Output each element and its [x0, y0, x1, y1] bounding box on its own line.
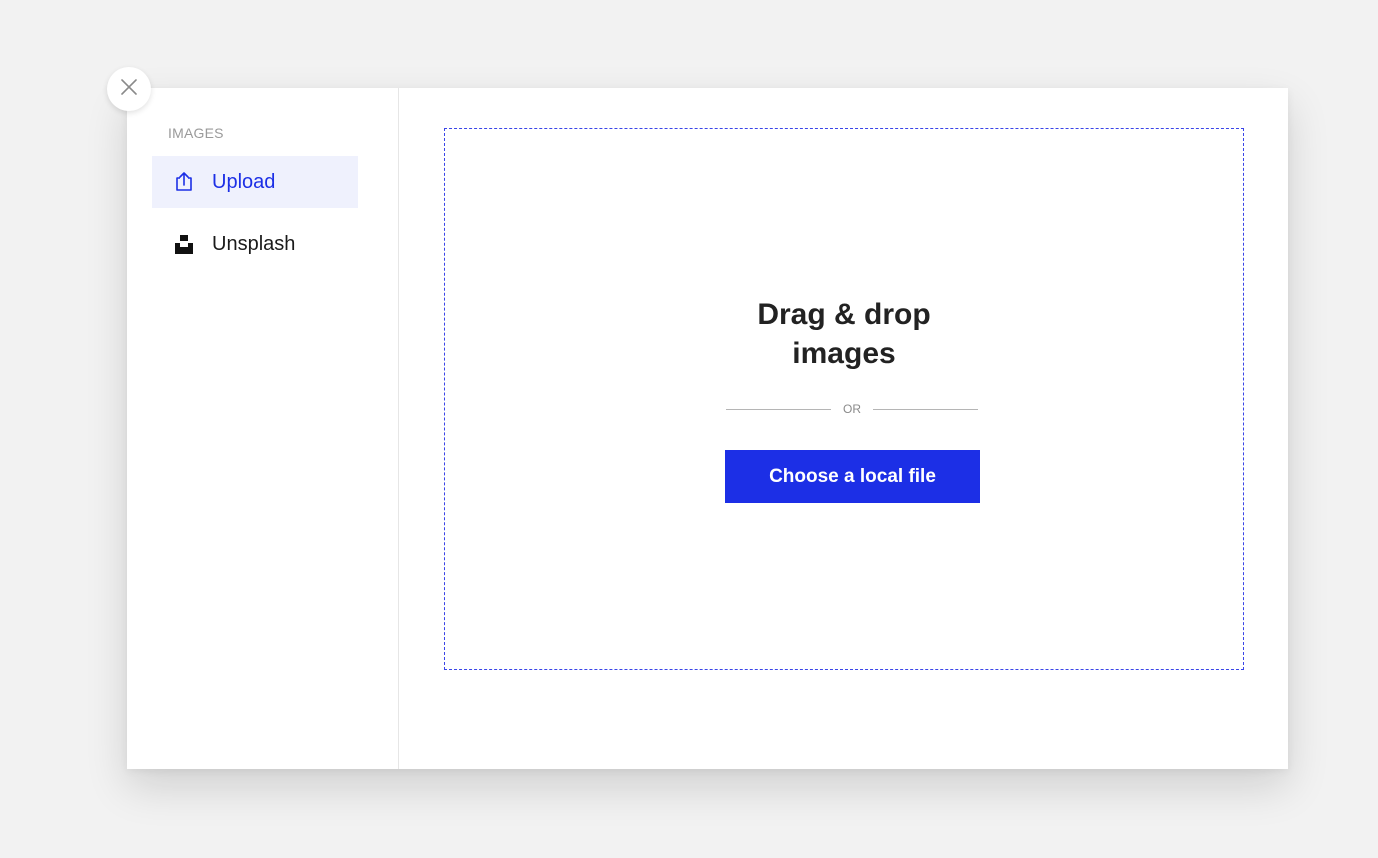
- sidebar-item-label: Unsplash: [212, 232, 296, 255]
- upload-panel: Drag & drop images OR Choose a local fil…: [399, 88, 1288, 769]
- or-divider: OR: [726, 401, 978, 417]
- drop-zone-title-line1: Drag & drop: [757, 298, 931, 331]
- sidebar-item-unsplash[interactable]: Unsplash: [152, 218, 358, 270]
- image-picker-modal: IMAGES Upload Unsplash Drag & drop image…: [127, 88, 1288, 769]
- divider-line-left: [726, 408, 831, 410]
- sidebar: IMAGES Upload Unsplash: [127, 88, 399, 769]
- drop-zone[interactable]: Drag & drop images OR Choose a local fil…: [444, 128, 1244, 670]
- upload-icon: [173, 171, 195, 193]
- choose-local-file-button[interactable]: Choose a local file: [725, 450, 980, 503]
- drop-zone-title-line2: images: [792, 337, 896, 370]
- or-divider-text: OR: [843, 402, 861, 416]
- close-icon: [120, 78, 138, 101]
- drop-zone-title: Drag & drop images: [445, 295, 1243, 373]
- sidebar-item-upload[interactable]: Upload: [152, 156, 358, 208]
- sidebar-section-label: IMAGES: [168, 125, 224, 141]
- close-button[interactable]: [107, 67, 151, 111]
- divider-line-right: [873, 408, 978, 410]
- unsplash-icon: [173, 233, 195, 255]
- sidebar-item-label: Upload: [212, 170, 276, 193]
